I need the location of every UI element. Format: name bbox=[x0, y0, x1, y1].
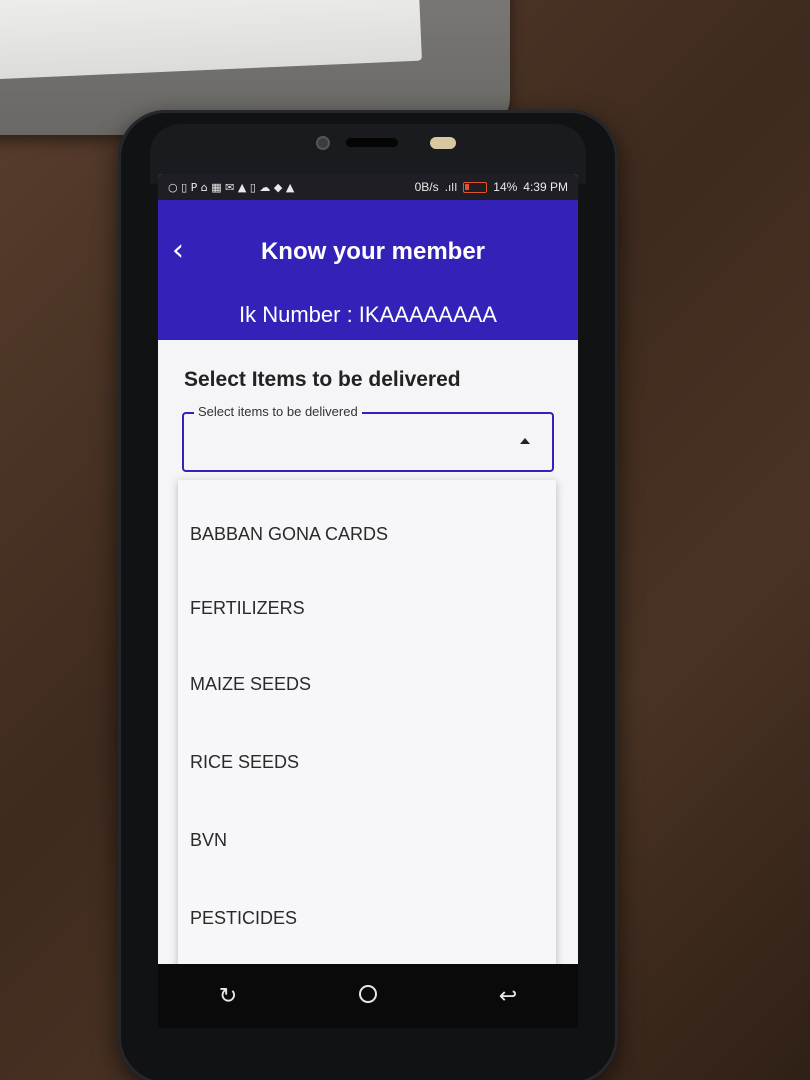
caret-up-icon[interactable] bbox=[520, 438, 530, 444]
status-bar: ○ ▯ P ⌂ ▦ ✉ ▲ ▯ ☁ ◆ ▲ 0B/s .ıll 14% 4:39… bbox=[158, 174, 578, 200]
notification-icons: ○ ▯ P ⌂ ▦ ✉ ▲ ▯ ☁ ◆ ▲ bbox=[168, 180, 295, 194]
section-heading: Select Items to be delivered bbox=[184, 368, 461, 391]
menu-item-pesticides[interactable]: PESTICIDES bbox=[190, 898, 540, 938]
front-flash bbox=[430, 137, 456, 149]
ik-number: Ik Number : IKAAAAAAAA bbox=[239, 302, 497, 327]
battery-percent: 14% bbox=[493, 180, 518, 194]
app-bar: ‹ Know your member Ik Number : IKAAAAAAA… bbox=[158, 200, 578, 340]
clock: 4:39 PM bbox=[523, 180, 568, 194]
select-label: Select items to be delivered bbox=[194, 404, 362, 419]
menu-item-bvn[interactable]: BVN bbox=[190, 820, 540, 860]
menu-item-babban-gona-cards[interactable]: BABBAN GONA CARDS bbox=[190, 514, 540, 554]
recent-apps-icon[interactable]: ↻ bbox=[208, 984, 248, 1009]
screen: ○ ▯ P ⌂ ▦ ✉ ▲ ▯ ☁ ◆ ▲ 0B/s .ıll 14% 4:39… bbox=[158, 174, 578, 964]
earpiece-speaker bbox=[346, 138, 398, 147]
system-back-icon[interactable]: ↩ bbox=[488, 984, 528, 1009]
menu-item-rice-seeds[interactable]: RICE SEEDS bbox=[190, 742, 540, 782]
dropdown-menu: BABBAN GONA CARDS FERTILIZERS MAIZE SEED… bbox=[178, 480, 556, 964]
items-select[interactable]: Select items to be delivered bbox=[182, 404, 554, 472]
battery-icon bbox=[463, 181, 488, 193]
main-content: Select Items to be delivered Select item… bbox=[158, 340, 578, 964]
status-right: 0B/s .ıll 14% 4:39 PM bbox=[415, 180, 568, 194]
home-button[interactable] bbox=[348, 984, 388, 1009]
menu-item-fertilizers[interactable]: FERTILIZERS bbox=[190, 588, 540, 628]
menu-item-maize-seeds[interactable]: MAIZE SEEDS bbox=[190, 664, 540, 704]
front-camera bbox=[316, 136, 330, 150]
phone: ○ ▯ P ⌂ ▦ ✉ ▲ ▯ ☁ ◆ ▲ 0B/s .ıll 14% 4:39… bbox=[118, 110, 618, 1080]
home-icon bbox=[359, 984, 377, 1003]
page-title: Know your member bbox=[260, 238, 486, 265]
network-speed: 0B/s bbox=[414, 180, 439, 194]
system-nav-bar: ↻ ↩ bbox=[158, 964, 578, 1028]
signal-icon: .ıll bbox=[444, 180, 458, 194]
